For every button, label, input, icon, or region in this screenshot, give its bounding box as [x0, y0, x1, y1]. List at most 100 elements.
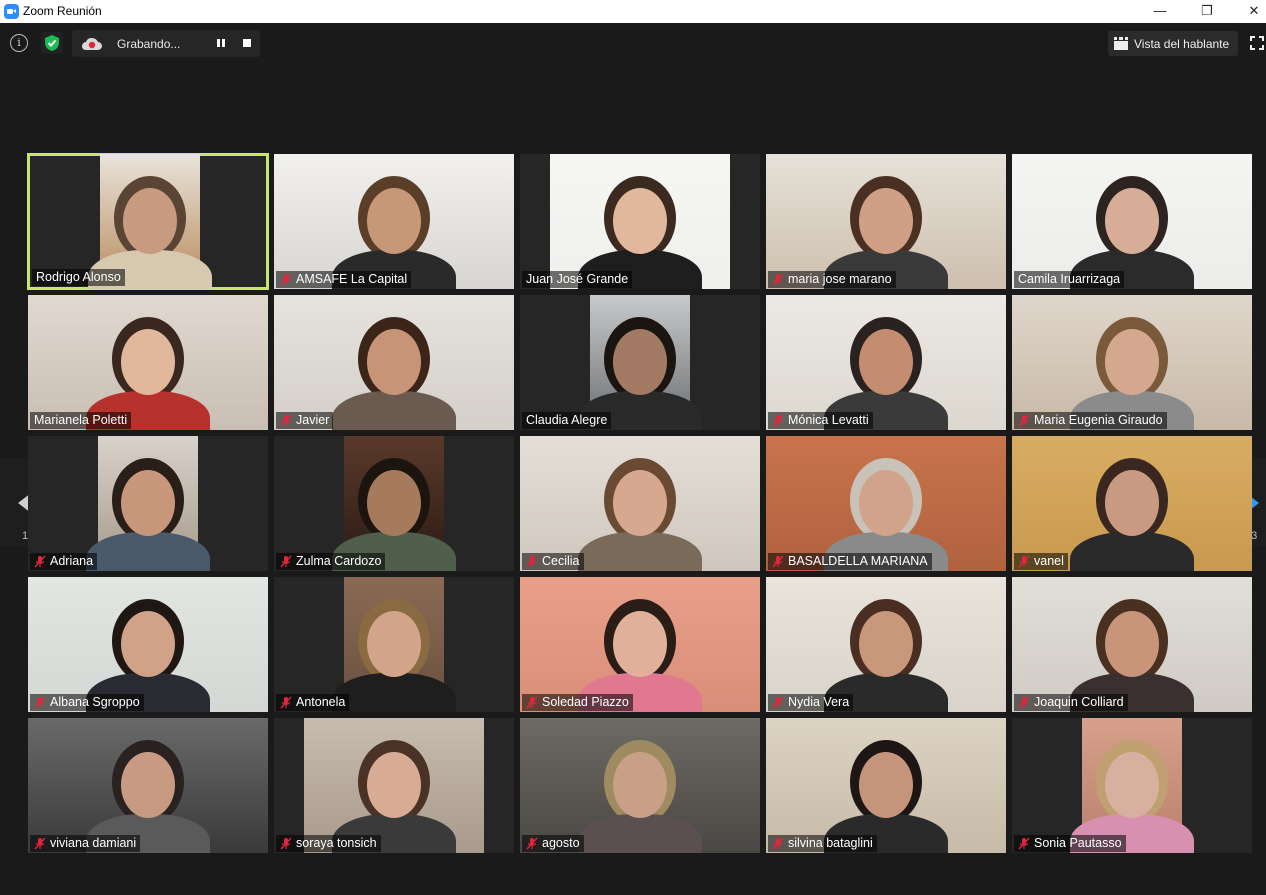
participant-name-tag: Claudia Alegre	[522, 412, 612, 429]
participant-video	[1012, 577, 1252, 712]
participant-name-tag: Rodrigo Alonso	[32, 269, 125, 286]
participant-name-tag: Sonia Pautasso	[1014, 835, 1126, 852]
muted-mic-icon	[526, 696, 538, 709]
participant-name: Albana Sgroppo	[50, 695, 140, 709]
maximize-button[interactable]: ❐	[1184, 0, 1230, 23]
participant-name: Sonia Pautasso	[1034, 836, 1122, 850]
speaker-view-icon	[1114, 37, 1128, 50]
participant-name: vanel	[1034, 554, 1064, 568]
minimize-button[interactable]: —	[1137, 0, 1183, 23]
participant-name: soraya tonsich	[296, 836, 377, 850]
participant-name: Antonela	[296, 695, 346, 709]
participant-tile[interactable]: Zulma Cardozo	[274, 436, 514, 571]
participant-tile[interactable]: Maria Eugenia Giraudo	[1012, 295, 1252, 430]
participant-video	[578, 295, 702, 430]
participant-video	[550, 154, 730, 289]
muted-mic-icon	[526, 555, 538, 568]
participant-video	[304, 718, 484, 853]
participant-tile[interactable]: maria jose marano	[766, 154, 1006, 289]
participant-name-tag: maria jose marano	[768, 271, 896, 288]
participant-tile[interactable]: vanel	[1012, 436, 1252, 571]
muted-mic-icon	[1018, 555, 1030, 568]
participant-video	[766, 718, 1006, 853]
participant-name: Soledad Piazzo	[542, 695, 629, 709]
participant-tile[interactable]: Sonia Pautasso	[1012, 718, 1252, 853]
participant-tile[interactable]: Albana Sgroppo	[28, 577, 268, 712]
zoom-app-icon	[4, 4, 19, 19]
participant-video	[766, 436, 1006, 571]
participant-name: Camila Iruarrizaga	[1018, 272, 1121, 286]
security-shield-icon[interactable]	[41, 32, 63, 54]
participant-name-tag: Nydia Vera	[768, 694, 854, 711]
window-titlebar: Zoom Reunión — ❐ ✕	[0, 0, 1266, 23]
participant-tile[interactable]: agosto	[520, 718, 760, 853]
participant-name: viviana damiani	[50, 836, 137, 850]
muted-mic-icon	[34, 696, 46, 709]
muted-mic-icon	[280, 273, 292, 286]
close-button[interactable]: ✕	[1231, 0, 1266, 23]
participant-tile[interactable]: Joaquin Colliard	[1012, 577, 1252, 712]
participant-tile[interactable]: Adriana	[28, 436, 268, 571]
muted-mic-icon	[772, 555, 784, 568]
participant-video	[28, 295, 268, 430]
fullscreen-icon[interactable]	[1250, 36, 1264, 50]
participant-tile[interactable]: Soledad Piazzo	[520, 577, 760, 712]
participant-video	[332, 577, 456, 712]
participant-name-tag: Juan José Grande	[522, 271, 633, 288]
participant-tile[interactable]: Rodrigo Alonso	[27, 153, 269, 290]
participant-tile[interactable]: viviana damiani	[28, 718, 268, 853]
participant-tile[interactable]: Juan José Grande	[520, 154, 760, 289]
participant-tile[interactable]: soraya tonsich	[274, 718, 514, 853]
participant-video	[28, 577, 268, 712]
participant-name-tag: vanel	[1014, 553, 1068, 570]
muted-mic-icon	[526, 837, 538, 850]
participant-name-tag: Marianela Poletti	[30, 412, 132, 429]
participant-video	[274, 154, 514, 289]
muted-mic-icon	[34, 837, 46, 850]
participant-name: Juan José Grande	[526, 272, 629, 286]
muted-mic-icon	[280, 696, 292, 709]
participant-video	[520, 577, 760, 712]
participant-tile[interactable]: Nydia Vera	[766, 577, 1006, 712]
participant-name: Zulma Cardozo	[296, 554, 382, 568]
participant-video	[28, 718, 268, 853]
participant-name-tag: Albana Sgroppo	[30, 694, 144, 711]
participant-tile[interactable]: Mónica Levatti	[766, 295, 1006, 430]
participant-video	[766, 154, 1006, 289]
participant-tile[interactable]: Javier	[274, 295, 514, 430]
participant-name-tag: silvina bataglini	[768, 835, 877, 852]
cloud-record-icon	[82, 38, 102, 50]
participant-video	[520, 436, 760, 571]
participant-name: BASALDELLA MARIANA	[788, 554, 928, 568]
participant-name-tag: agosto	[522, 835, 584, 852]
participant-tile[interactable]: silvina bataglini	[766, 718, 1006, 853]
participant-name: Joaquin Colliard	[1034, 695, 1124, 709]
muted-mic-icon	[772, 414, 784, 427]
participant-tile[interactable]: Claudia Alegre	[520, 295, 760, 430]
participant-tile[interactable]: Marianela Poletti	[28, 295, 268, 430]
participant-tile[interactable]: Antonela	[274, 577, 514, 712]
participant-name-tag: Javier	[276, 412, 334, 429]
participant-tile[interactable]: BASALDELLA MARIANA	[766, 436, 1006, 571]
speaker-view-button[interactable]: Vista del hablante	[1108, 31, 1238, 56]
stop-recording-button[interactable]	[234, 30, 260, 57]
muted-mic-icon	[772, 696, 784, 709]
muted-mic-icon	[772, 837, 784, 850]
participant-tile[interactable]: AMSAFE La Capital	[274, 154, 514, 289]
muted-mic-icon	[34, 555, 46, 568]
muted-mic-icon	[1018, 414, 1030, 427]
participant-name-tag: soraya tonsich	[276, 835, 381, 852]
participant-name: maria jose marano	[788, 272, 892, 286]
participant-tile[interactable]: Camila Iruarrizaga	[1012, 154, 1252, 289]
participant-name: Adriana	[50, 554, 94, 568]
participant-name-tag: Mónica Levatti	[768, 412, 873, 429]
participant-tile[interactable]: Cecilia	[520, 436, 760, 571]
participant-video	[1012, 436, 1252, 571]
recording-label: Grabando...	[117, 37, 181, 51]
meeting-info-icon[interactable]: i	[10, 34, 28, 52]
participant-name: Maria Eugenia Giraudo	[1034, 413, 1163, 427]
pause-recording-button[interactable]	[207, 30, 233, 57]
participant-video	[1012, 154, 1252, 289]
participant-video	[766, 295, 1006, 430]
participant-name: Javier	[296, 413, 330, 427]
